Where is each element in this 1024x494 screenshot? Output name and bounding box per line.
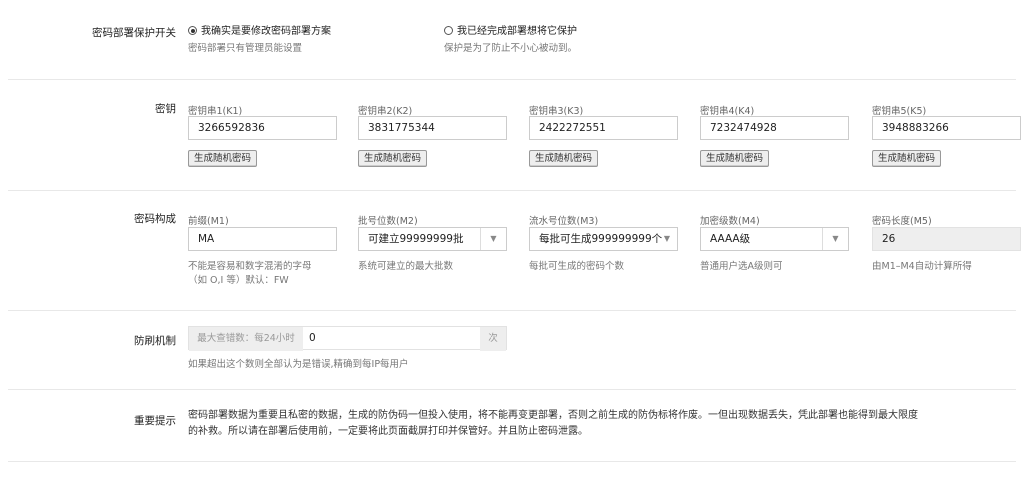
section-divider [8,389,1016,390]
protect-section-label: 密码部署保护开关 [92,27,176,39]
key1-generate-button[interactable]: 生成随机密码 [188,150,258,167]
antibrush-hint: 如果超出这个数则全部认为是错误,精确到每IP每用户 [188,359,409,370]
key4-input[interactable]: 7232474928 [700,116,849,140]
key5-label: 密钥串5(K5) [872,106,927,117]
m1-label: 前缀(M1) [188,216,229,227]
chevron-down-icon[interactable]: ▼ [657,228,677,250]
m2-hint: 系统可建立的最大批数 [358,261,454,272]
key5-generate-button[interactable]: 生成随机密码 [872,150,942,167]
m4-hint: 普通用户选A级则可 [700,261,783,272]
m5-hint: 由M1–M4自动计算所得 [872,261,972,272]
m3-select-value: 每批可生成999999999个 [539,233,663,245]
radio-selected-icon[interactable] [188,26,197,35]
m2-label: 批号位数(M2) [358,216,418,227]
m4-select[interactable]: AAAA级 ▼ [700,227,849,251]
m5-length-readonly: 26 [872,227,1021,251]
antibrush-max-errors-input[interactable]: 0 [309,327,469,349]
radio-option-modify[interactable]: 我确实是要修改密码部署方案 [188,22,331,37]
m2-select[interactable]: 可建立99999999批 ▼ [358,227,507,251]
m4-select-value: AAAA级 [710,233,751,245]
key4-label: 密钥串4(K4) [700,106,755,117]
keys-section-label: 密钥 [155,103,176,115]
radio-unselected-icon[interactable] [444,26,453,35]
section-divider [8,190,1016,191]
section-divider [8,461,1016,462]
m3-hint: 每批可生成的密码个数 [529,261,625,272]
chevron-down-icon[interactable]: ▼ [480,228,506,250]
notice-text-line2: 的补救。所以请在部署后使用前，一定要将此页面截屏打印并保管好。并且防止密码泄露。 [188,426,588,437]
radio-option-protect[interactable]: 我已经完成部署想将它保护 [444,22,577,37]
key3-input[interactable]: 2422272551 [529,116,678,140]
antibrush-section-label: 防刷机制 [134,335,176,347]
key1-input[interactable]: 3266592836 [188,116,337,140]
radio-option-modify-hint: 密码部署只有管理员能设置 [188,43,303,54]
key3-label: 密钥串3(K3) [529,106,584,117]
m3-select[interactable]: 每批可生成999999999个 ▼ [529,227,678,251]
notice-text-line1: 密码部署数据为重要且私密的数据，生成的防伪码一但投入使用，将不能再变更部署，否则… [188,410,918,421]
notice-section-label: 重要提示 [134,415,176,427]
key2-label: 密钥串2(K2) [358,106,413,117]
radio-option-protect-hint: 保护是为了防止不小心被动到。 [444,43,578,54]
radio-option-protect-label: 我已经完成部署想将它保护 [457,26,577,37]
section-divider [8,79,1016,80]
chevron-down-icon[interactable]: ▼ [822,228,848,250]
key4-generate-button[interactable]: 生成随机密码 [700,150,770,167]
antibrush-input-group: 最大查错数：每24小时 0 次 [188,326,507,351]
key1-label: 密钥串1(K1) [188,106,243,117]
antibrush-suffix: 次 [480,327,506,351]
m3-label: 流水号位数(M3) [529,216,599,227]
m1-hint-2: （如 O,I 等）默认：FW [188,275,289,286]
radio-option-modify-label: 我确实是要修改密码部署方案 [201,26,331,37]
antibrush-prefix: 最大查错数：每24小时 [189,327,303,351]
key3-generate-button[interactable]: 生成随机密码 [529,150,599,167]
key2-generate-button[interactable]: 生成随机密码 [358,150,428,167]
composition-section-label: 密码构成 [134,213,176,225]
key5-input[interactable]: 3948883266 [872,116,1021,140]
m2-select-value: 可建立99999999批 [368,233,464,245]
m1-hint-1: 不能是容易和数字混淆的字母 [188,261,312,272]
m4-label: 加密级数(M4) [700,216,760,227]
key2-input[interactable]: 3831775344 [358,116,507,140]
section-divider [8,310,1016,311]
m1-prefix-input[interactable]: MA [188,227,337,251]
m5-label: 密码长度(M5) [872,216,932,227]
